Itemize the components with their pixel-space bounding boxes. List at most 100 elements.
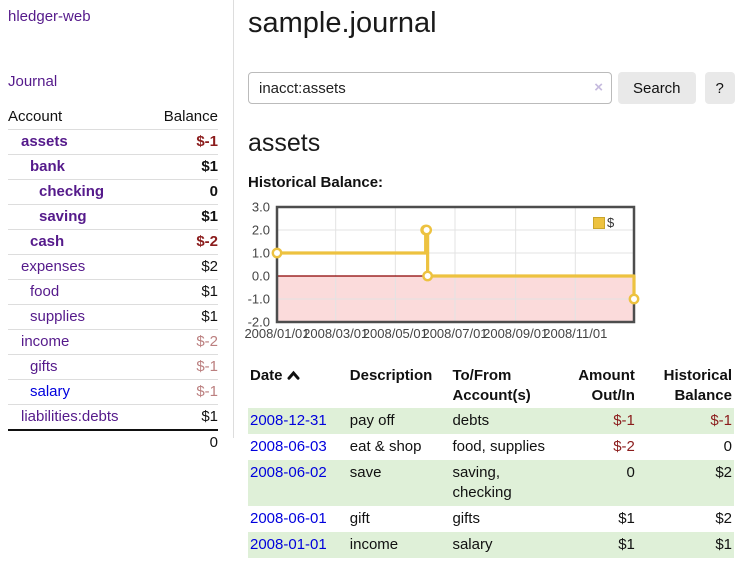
transaction-date-link[interactable]: 2008-12-31 — [250, 412, 327, 429]
register-col-amount: Amount Out/In — [570, 364, 643, 408]
main-panel: sample.journal × Search ? assets Histori… — [246, 0, 738, 558]
register-header-row: Date Description To/From Account(s) Amou… — [248, 364, 734, 408]
transaction-accounts: salary — [444, 532, 570, 558]
register-row: 2008-12-31 pay off debts $-1 $-1 — [248, 408, 734, 434]
chart-canvas: 3.02.01.00.0-1.0-2.02008/01/012008/03/01… — [238, 198, 648, 346]
register-col-description: Description — [342, 364, 445, 408]
transaction-description: income — [342, 532, 445, 558]
account-balance: $1 — [149, 405, 218, 431]
account-link-supplies[interactable]: supplies — [30, 308, 85, 325]
account-link-expenses[interactable]: expenses — [21, 258, 85, 275]
svg-text:2008/05/01: 2008/05/01 — [363, 326, 428, 341]
transaction-balance: $2 — [643, 506, 734, 532]
transaction-balance: $-1 — [643, 408, 734, 434]
svg-text:2008/07/01: 2008/07/01 — [422, 326, 487, 341]
transaction-description: gift — [342, 506, 445, 532]
search-button[interactable]: Search — [618, 72, 696, 104]
register-row: 2008-01-01 income salary $1 $1 — [248, 532, 734, 558]
transaction-description: eat & shop — [342, 434, 445, 460]
transaction-amount: $1 — [570, 532, 643, 558]
search-input[interactable] — [248, 72, 612, 104]
register-row: 2008-06-03 eat & shop food, supplies $-2… — [248, 434, 734, 460]
account-row: expenses $2 — [8, 255, 218, 280]
chart-legend: $ — [593, 215, 614, 230]
search-box: × — [248, 72, 612, 104]
register-col-accounts: To/From Account(s) — [444, 364, 570, 408]
svg-text:2008/09/01: 2008/09/01 — [483, 326, 548, 341]
account-row: assets $-1 — [8, 130, 218, 155]
account-link-salary[interactable]: salary — [30, 383, 70, 400]
register-col-balance: Historical Balance — [643, 364, 734, 408]
svg-text:0.0: 0.0 — [252, 269, 270, 284]
account-row: gifts $-1 — [8, 355, 218, 380]
transaction-balance: $2 — [643, 460, 734, 506]
register-table: Date Description To/From Account(s) Amou… — [248, 364, 734, 558]
account-row: bank $1 — [8, 155, 218, 180]
svg-text:3.0: 3.0 — [252, 200, 270, 215]
sidebar-item-journal[interactable]: Journal — [8, 73, 219, 91]
account-row: liabilities:debts $1 — [8, 405, 218, 431]
transaction-accounts: saving, checking — [444, 460, 570, 506]
transaction-description: save — [342, 460, 445, 506]
sidebar-divider — [233, 0, 234, 438]
register-row: 2008-06-01 gift gifts $1 $2 — [248, 506, 734, 532]
app-title-link[interactable]: hledger-web — [8, 8, 219, 26]
account-link-income[interactable]: income — [21, 333, 69, 350]
chart-heading: Historical Balance: — [248, 174, 738, 192]
account-link-checking[interactable]: checking — [39, 183, 104, 200]
help-button[interactable]: ? — [705, 72, 735, 104]
transaction-date-link[interactable]: 2008-01-01 — [250, 536, 327, 553]
account-row: checking 0 — [8, 180, 218, 205]
account-balance: $-2 — [149, 230, 218, 255]
account-row: food $1 — [8, 280, 218, 305]
account-link-liabilities-debts[interactable]: liabilities:debts — [21, 408, 119, 425]
svg-text:1.0: 1.0 — [252, 246, 270, 261]
svg-text:2008/03/01: 2008/03/01 — [303, 326, 368, 341]
accounts-total-value: 0 — [149, 430, 218, 455]
legend-swatch — [593, 217, 605, 229]
transaction-accounts: food, supplies — [444, 434, 570, 460]
account-link-saving[interactable]: saving — [39, 208, 87, 225]
accounts-table: Account Balance assets $-1 bank $1 check… — [8, 105, 218, 455]
accounts-col-account: Account — [8, 105, 149, 130]
transaction-date-link[interactable]: 2008-06-01 — [250, 510, 327, 527]
svg-text:-1.0: -1.0 — [248, 292, 270, 307]
account-balance: $1 — [149, 205, 218, 230]
transaction-amount: $1 — [570, 506, 643, 532]
account-balance: $-1 — [149, 130, 218, 155]
transaction-amount: $-1 — [570, 408, 643, 434]
account-row: saving $1 — [8, 205, 218, 230]
accounts-col-balance: Balance — [149, 105, 218, 130]
transaction-date-link[interactable]: 2008-06-02 — [250, 464, 327, 481]
register-col-date-label: Date — [250, 367, 283, 384]
svg-text:2.0: 2.0 — [252, 223, 270, 238]
account-balance: $1 — [149, 155, 218, 180]
account-balance: 0 — [149, 180, 218, 205]
search-row: × Search ? — [248, 72, 738, 104]
account-link-bank[interactable]: bank — [30, 158, 65, 175]
legend-label: $ — [607, 215, 614, 230]
account-row: salary $-1 — [8, 380, 218, 405]
historical-balance-chart: 3.02.01.00.0-1.0-2.02008/01/012008/03/01… — [238, 198, 648, 346]
account-balance: $-1 — [149, 380, 218, 405]
account-link-gifts[interactable]: gifts — [30, 358, 58, 375]
transaction-balance: $1 — [643, 532, 734, 558]
transaction-amount: 0 — [570, 460, 643, 506]
clear-search-icon[interactable]: × — [594, 79, 603, 97]
register-row: 2008-06-02 save saving, checking 0 $2 — [248, 460, 734, 506]
transaction-date-link[interactable]: 2008-06-03 — [250, 438, 327, 455]
register-col-date[interactable]: Date — [248, 364, 342, 408]
account-link-food[interactable]: food — [30, 283, 59, 300]
svg-text:2008/01/01: 2008/01/01 — [244, 326, 309, 341]
account-row: income $-2 — [8, 330, 218, 355]
account-row: supplies $1 — [8, 305, 218, 330]
account-link-cash[interactable]: cash — [30, 233, 64, 250]
account-balance: $1 — [149, 305, 218, 330]
transaction-accounts: debts — [444, 408, 570, 434]
account-balance: $2 — [149, 255, 218, 280]
account-row: cash $-2 — [8, 230, 218, 255]
accounts-header-row: Account Balance — [8, 105, 218, 130]
accounts-total-row: 0 — [8, 430, 218, 455]
account-link-assets[interactable]: assets — [21, 133, 68, 150]
sort-ascending-icon — [287, 367, 300, 387]
